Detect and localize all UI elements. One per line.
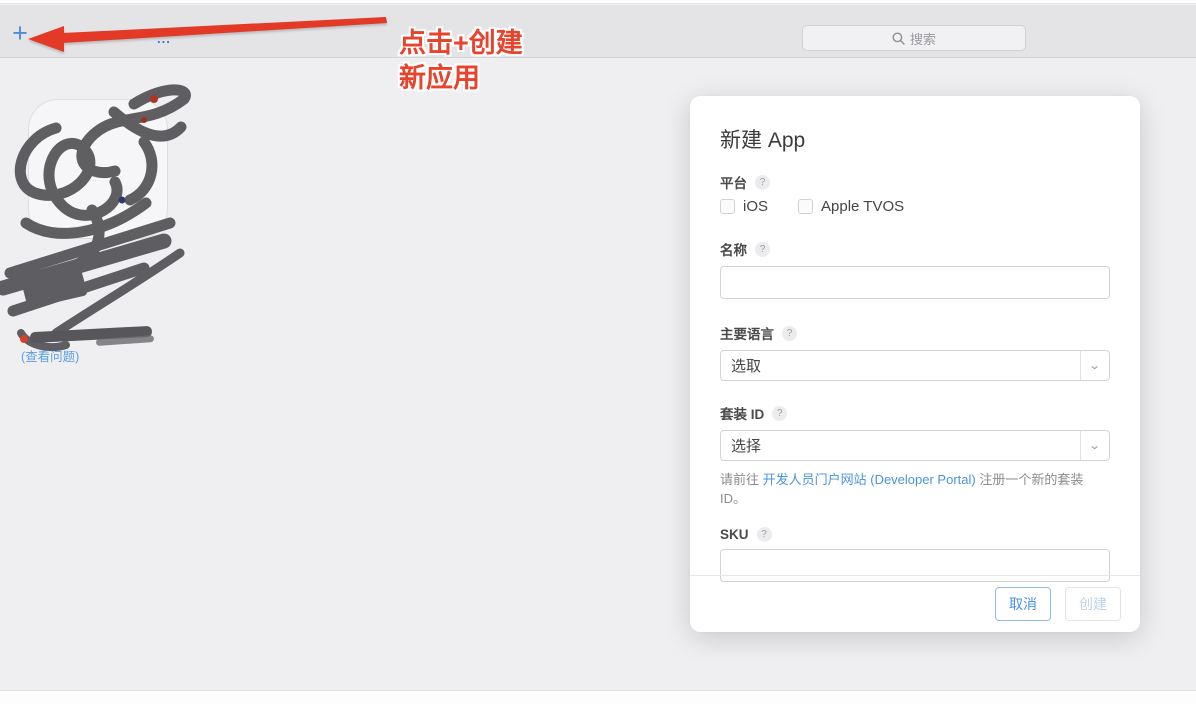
bottom-strip — [0, 690, 1196, 704]
bundle-id-selected-value: 选择 — [721, 435, 1080, 456]
sku-label: SKU — [720, 527, 749, 542]
platform-option-tvos: Apple TVOS — [798, 198, 904, 215]
name-label: 名称 — [720, 239, 747, 259]
bundle-id-select[interactable]: 选择 ⌄ — [720, 430, 1110, 461]
apple-tvos-label: Apple TVOS — [821, 198, 904, 215]
help-icon[interactable]: ? — [772, 406, 787, 421]
app-icon[interactable] — [28, 99, 168, 239]
search-icon — [892, 32, 905, 45]
cancel-button[interactable]: 取消 — [995, 587, 1051, 621]
dialog-title: 新建 App — [720, 124, 1110, 154]
help-icon[interactable]: ? — [755, 175, 770, 190]
view-issues-link[interactable]: (查看问题) — [21, 346, 79, 365]
add-app-button[interactable]: + — [6, 19, 34, 47]
create-button[interactable]: 创建 — [1065, 587, 1121, 621]
platform-label-row: 平台 ? — [720, 172, 1110, 192]
helper-prefix: 请前往 — [720, 472, 763, 487]
developer-portal-link[interactable]: 开发人员门户网站 (Developer Portal) — [763, 472, 976, 487]
platform-label: 平台 — [720, 172, 747, 192]
app-store-connect-page: + ... 搜索 点击+创建 新应用 — [0, 0, 1196, 704]
app-name-input[interactable] — [720, 266, 1110, 299]
apple-tvos-checkbox[interactable] — [798, 199, 813, 214]
chevron-down-icon: ⌄ — [1080, 351, 1109, 380]
primary-language-select[interactable]: 选取 ⌄ — [720, 350, 1110, 381]
chevron-down-icon: ⌄ — [1080, 431, 1109, 460]
platform-options: iOS Apple TVOS — [720, 198, 1110, 215]
ios-checkbox[interactable] — [720, 199, 735, 214]
annotation-line2: 新应用 — [399, 61, 523, 96]
sku-label-row: SKU ? — [720, 527, 1110, 542]
bundle-id-helper-text: 请前往 开发人员门户网站 (Developer Portal) 注册一个新的套装… — [720, 469, 1110, 507]
language-selected-value: 选取 — [721, 355, 1080, 376]
language-label: 主要语言 — [720, 323, 774, 343]
top-strip — [0, 0, 1196, 4]
overflow-dots[interactable]: ... — [157, 31, 171, 46]
bundle-id-label-row: 套装 ID ? — [720, 403, 1110, 423]
language-label-row: 主要语言 ? — [720, 323, 1110, 343]
help-icon[interactable]: ? — [755, 242, 770, 257]
ios-label: iOS — [743, 198, 768, 215]
search-placeholder: 搜索 — [910, 29, 936, 48]
platform-option-ios: iOS — [720, 198, 768, 215]
help-icon[interactable]: ? — [757, 527, 772, 542]
status-dot-icon — [20, 335, 28, 343]
help-icon[interactable]: ? — [782, 326, 797, 341]
new-app-dialog: 新建 App 平台 ? iOS Apple TVOS 名称 ? 主要语言 ? 选… — [690, 96, 1140, 632]
name-label-row: 名称 ? — [720, 239, 1110, 259]
bundle-id-label: 套装 ID — [720, 403, 764, 423]
annotation-text: 点击+创建 新应用 — [399, 26, 523, 96]
dialog-footer: 取消 创建 — [690, 575, 1140, 632]
search-input[interactable]: 搜索 — [802, 25, 1026, 51]
toolbar: + ... 搜索 — [0, 5, 1196, 58]
annotation-line1: 点击+创建 — [399, 26, 523, 61]
